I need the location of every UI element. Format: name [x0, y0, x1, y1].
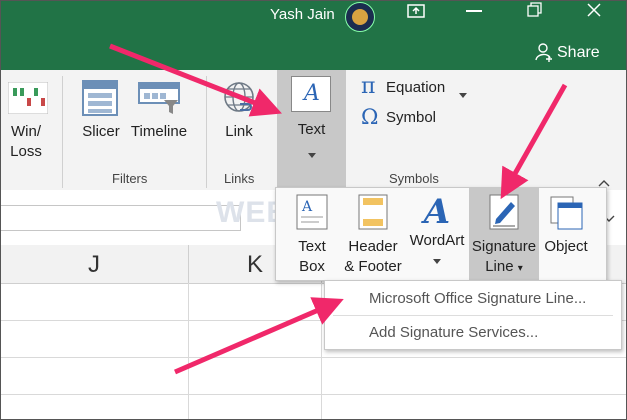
arrow-to-text-button [109, 43, 282, 117]
arrow-to-signature-menu [174, 297, 344, 375]
annotation-arrows [109, 43, 568, 375]
arrow-to-signature-line [500, 83, 568, 200]
